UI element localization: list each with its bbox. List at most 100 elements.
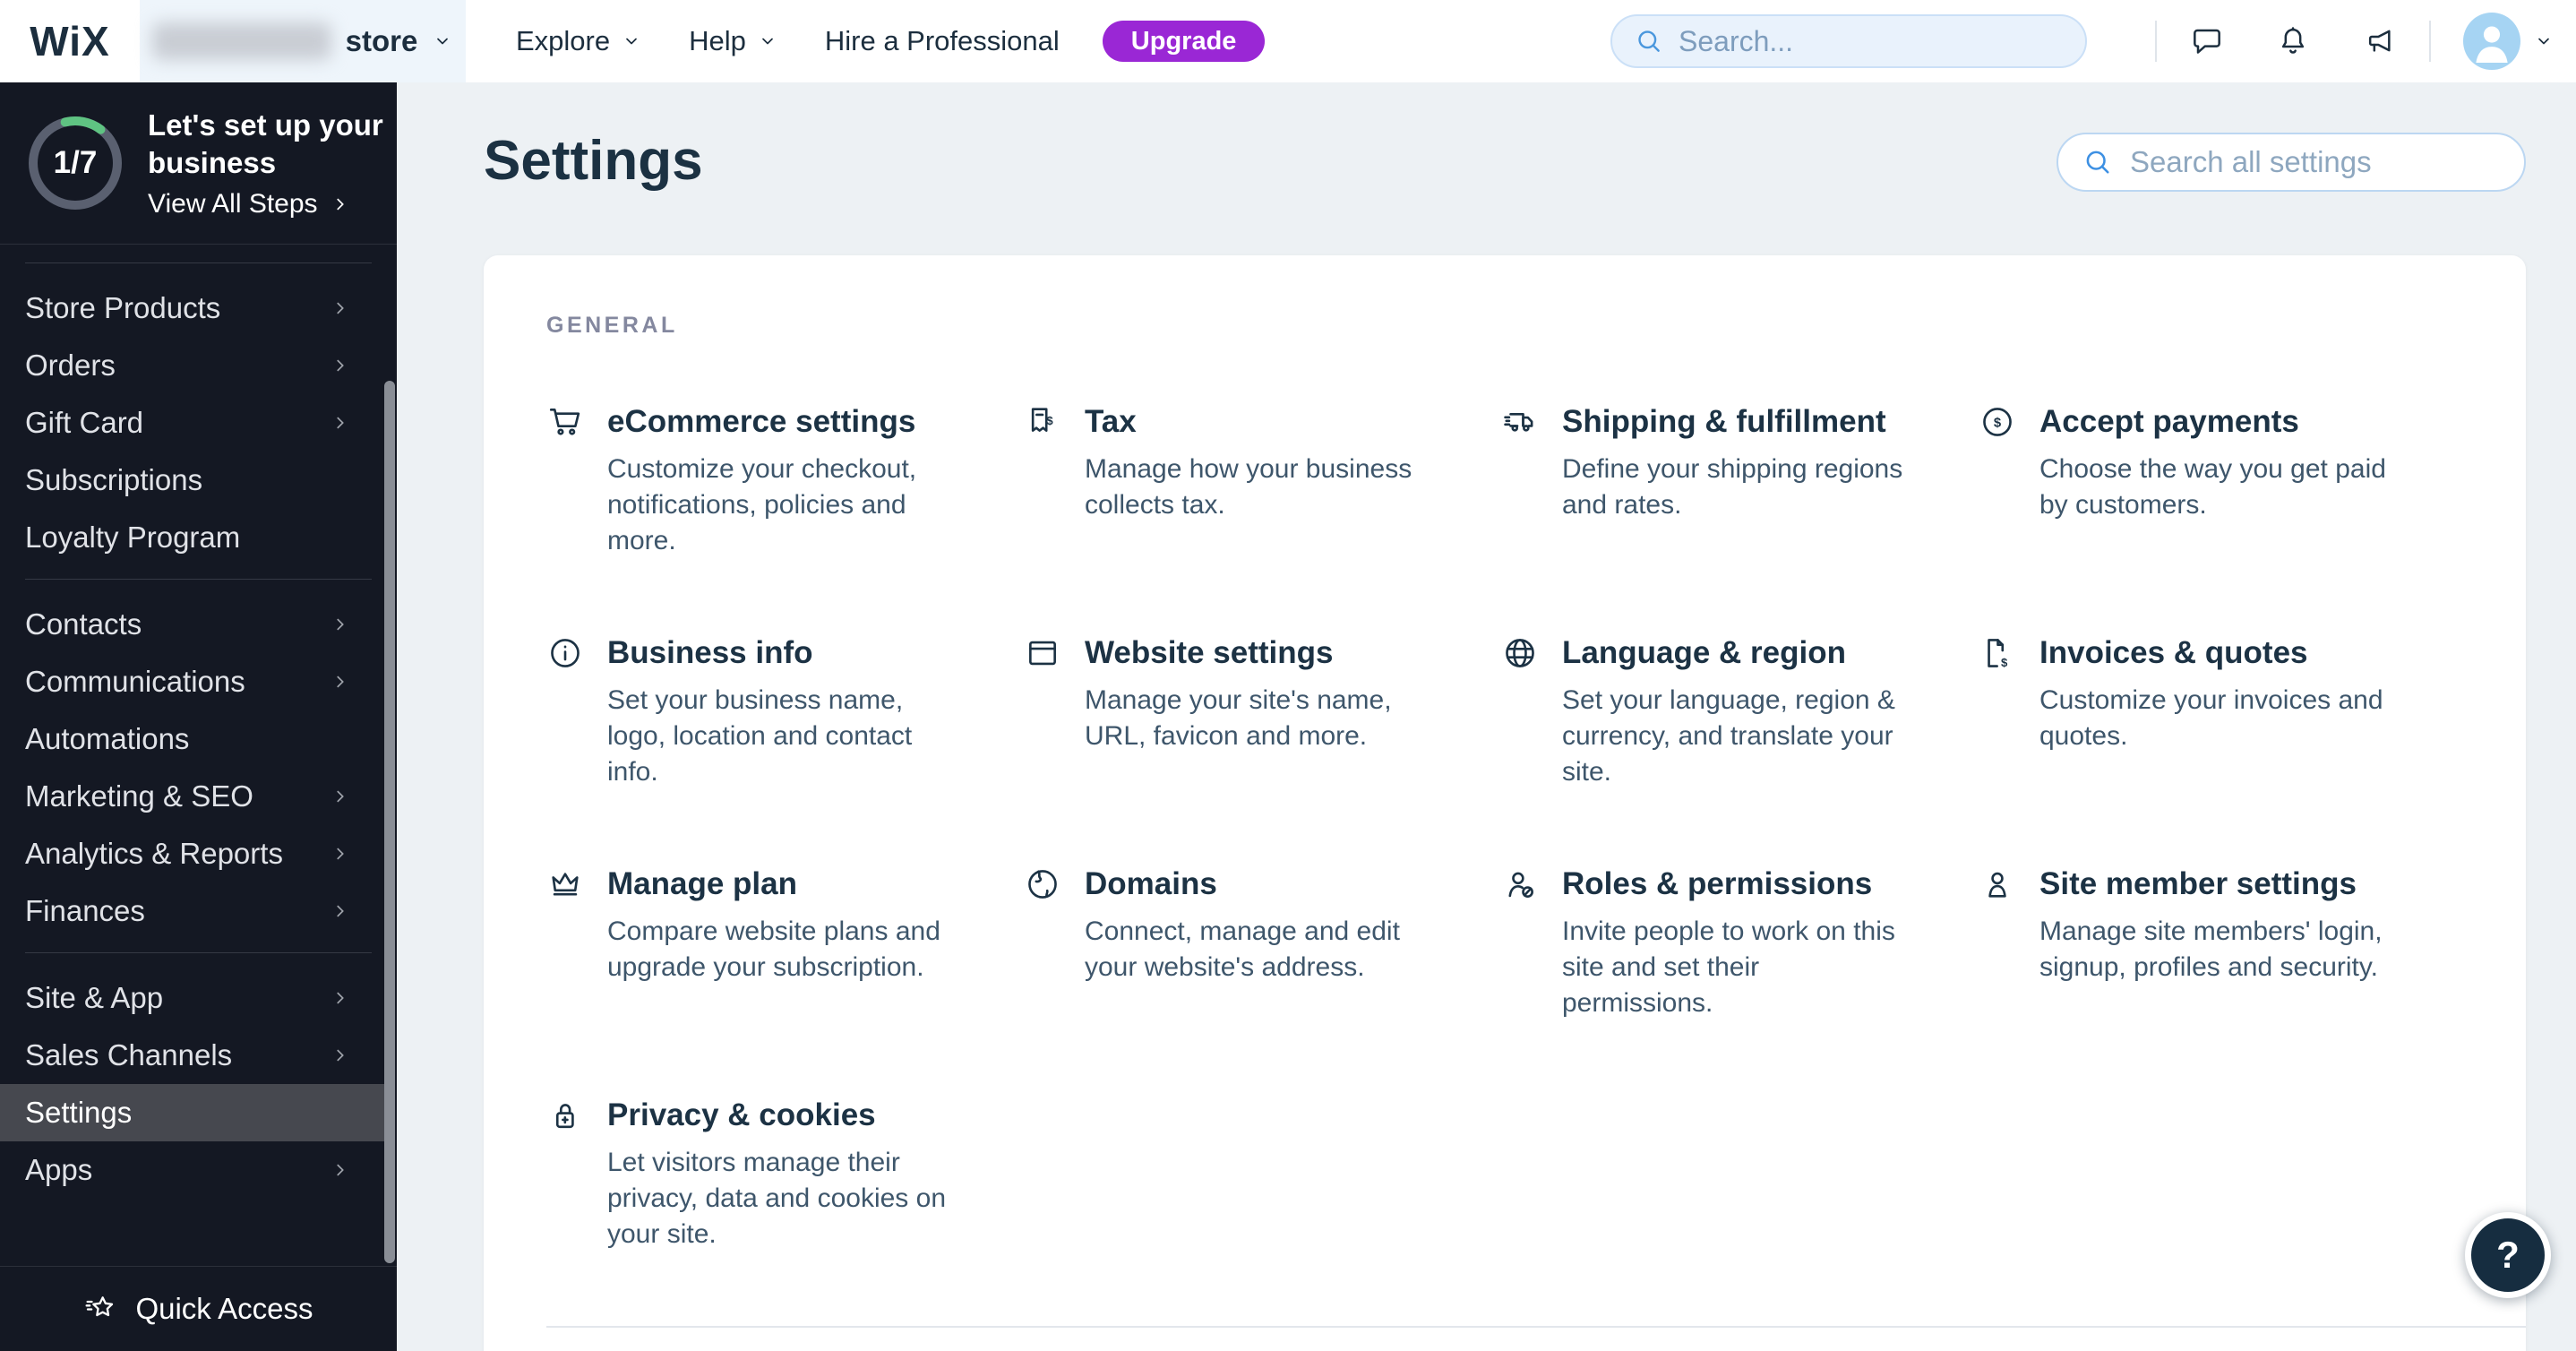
setting-item-language-region[interactable]: Language & region Set your language, reg… xyxy=(1501,632,1979,864)
view-all-steps-label: View All Steps xyxy=(148,189,318,219)
sidebar-item-analytics-reports[interactable]: Analytics & Reports xyxy=(0,825,397,882)
sidebar-item-finances[interactable]: Finances xyxy=(0,882,397,940)
sidebar-divider xyxy=(25,579,372,580)
page-title: Settings xyxy=(484,130,703,192)
setting-item-business-info[interactable]: Business info Set your business name, lo… xyxy=(546,632,1024,864)
section-label-general: GENERAL xyxy=(546,313,678,338)
explore-menu[interactable]: Explore xyxy=(516,25,642,57)
setting-description: Manage site members' login, signup, prof… xyxy=(2039,916,2383,982)
setting-title: Manage plan xyxy=(607,866,797,901)
upgrade-button[interactable]: Upgrade xyxy=(1102,21,1266,62)
sidebar-item-orders[interactable]: Orders xyxy=(0,337,397,394)
announcements-megaphone-icon[interactable] xyxy=(2361,23,2397,59)
sidebar-item-marketing-seo[interactable]: Marketing & SEO xyxy=(0,768,397,825)
help-menu[interactable]: Help xyxy=(689,25,778,57)
chevron-right-icon xyxy=(329,1158,352,1182)
sidebar-item-store-products[interactable]: Store Products xyxy=(0,280,397,337)
setting-description: Define your shipping regions and rates. xyxy=(1562,454,1903,520)
top-bar: WiX store Explore Help Hire a Profession… xyxy=(0,0,2576,82)
browser-icon xyxy=(1024,634,1061,672)
setting-description: Customize your checkout, notifications, … xyxy=(607,454,917,555)
sidebar-item-apps[interactable]: Apps xyxy=(0,1141,397,1199)
setting-description: Manage how your business collects tax. xyxy=(1085,454,1413,520)
setting-item-ecommerce-settings[interactable]: eCommerce settings Customize your checko… xyxy=(546,401,1024,632)
planet-icon xyxy=(1024,865,1061,903)
sidebar-item-label: Sales Channels xyxy=(25,1038,233,1071)
setting-item-privacy-cookies[interactable]: Privacy & cookies Let visitors manage th… xyxy=(546,1095,1024,1326)
sidebar-item-label: Contacts xyxy=(25,607,142,641)
settings-search-input[interactable] xyxy=(2130,145,2501,179)
sidebar-item-label: Apps xyxy=(25,1153,93,1186)
setting-item-invoices-quotes[interactable]: Invoices & quotes Customize your invoice… xyxy=(1979,632,2456,864)
site-tab-label: store xyxy=(345,24,418,57)
sidebar-item-communications[interactable]: Communications xyxy=(0,653,397,710)
hire-a-professional-link[interactable]: Hire a Professional xyxy=(825,25,1060,57)
sidebar-item-settings[interactable]: Settings xyxy=(0,1084,385,1141)
quick-access-button[interactable]: Quick Access xyxy=(0,1266,397,1351)
dollar-circle-icon xyxy=(1979,403,2016,441)
setting-item-website-settings[interactable]: Website settings Manage your site's name… xyxy=(1024,632,1501,864)
sidebar-item-contacts[interactable]: Contacts xyxy=(0,596,397,653)
sidebar-divider xyxy=(25,952,372,953)
crown-icon xyxy=(546,865,584,903)
sidebar-item-label: Automations xyxy=(25,722,190,755)
site-selector[interactable]: store xyxy=(140,0,466,82)
setting-item-tax[interactable]: Tax Manage how your business collects ta… xyxy=(1024,401,1501,632)
setting-description: Set your business name, logo, location a… xyxy=(607,685,913,787)
setting-item-shipping-fulfillment[interactable]: Shipping & fulfillment Define your shipp… xyxy=(1501,401,1979,632)
chevron-down-icon xyxy=(757,30,778,52)
setting-title: Privacy & cookies xyxy=(607,1097,876,1132)
view-all-steps-link[interactable]: View All Steps xyxy=(148,189,390,219)
settings-search[interactable] xyxy=(2057,133,2526,192)
chevron-right-icon xyxy=(329,842,352,865)
quick-access-icon xyxy=(83,1291,119,1327)
sidebar-item-label: Orders xyxy=(25,349,116,382)
chat-icon[interactable] xyxy=(2189,23,2225,59)
help-button[interactable]: ? xyxy=(2465,1212,2551,1298)
sidebar-item-site-app[interactable]: Site & App xyxy=(0,969,397,1027)
account-menu[interactable] xyxy=(2463,13,2555,70)
info-icon xyxy=(546,634,584,672)
invoice-icon xyxy=(1979,634,2016,672)
notifications-bell-icon[interactable] xyxy=(2275,23,2311,59)
setting-title: Business info xyxy=(607,635,813,670)
chevron-right-icon xyxy=(329,986,352,1010)
settings-card: GENERAL eCommerce settings Customize you… xyxy=(484,255,2526,1351)
chevron-down-icon xyxy=(432,30,453,52)
settings-grid: eCommerce settings Customize your checko… xyxy=(546,401,2526,1326)
chevron-right-icon xyxy=(329,785,352,808)
chevron-right-icon xyxy=(329,899,352,923)
setting-description: Invite people to work on this site and s… xyxy=(1562,916,1895,1018)
wix-logo[interactable]: WiX xyxy=(0,17,140,65)
setting-item-roles-permissions[interactable]: Roles & permissions Invite people to wor… xyxy=(1501,864,1979,1095)
setting-title: Site member settings xyxy=(2039,866,2357,901)
main-content: Settings GENERAL eCommerce settings Cust… xyxy=(397,82,2576,1351)
quick-access-label: Quick Access xyxy=(135,1292,313,1325)
sidebar-item-gift-card[interactable]: Gift Card xyxy=(0,394,397,452)
setting-description: Customize your invoices and quotes. xyxy=(2039,685,2383,751)
sidebar-item-sales-channels[interactable]: Sales Channels xyxy=(0,1027,397,1084)
sidebar-item-subscriptions[interactable]: Subscriptions xyxy=(0,452,397,509)
topbar-search-input[interactable] xyxy=(1679,24,2064,58)
setting-item-site-member-settings[interactable]: Site member settings Manage site members… xyxy=(1979,864,2456,1095)
topbar-divider xyxy=(2155,21,2157,62)
chevron-right-icon xyxy=(329,670,352,693)
sidebar-item-label: Marketing & SEO xyxy=(25,779,253,813)
setting-title: Roles & permissions xyxy=(1562,866,1873,901)
setting-description: Set your language, region & currency, an… xyxy=(1562,685,1895,787)
sidebar-menu: Store Products Orders Gift Card Subscrip… xyxy=(0,245,397,1266)
sidebar-item-label: Subscriptions xyxy=(25,463,203,496)
setup-widget[interactable]: 1/7 Let's set up your business View All … xyxy=(0,82,397,245)
setting-item-manage-plan[interactable]: Manage plan Compare website plans and up… xyxy=(546,864,1024,1095)
setting-title: Accept payments xyxy=(2039,404,2299,439)
topbar-icons xyxy=(2189,23,2397,59)
chevron-down-icon xyxy=(621,30,642,52)
topbar-search[interactable] xyxy=(1610,14,2087,68)
roles-icon xyxy=(1501,865,1539,903)
sidebar-scrollbar[interactable] xyxy=(384,381,395,1263)
sidebar-item-loyalty-program[interactable]: Loyalty Program xyxy=(0,509,397,566)
setup-progress-ring: 1/7 xyxy=(26,114,125,212)
sidebar-item-automations[interactable]: Automations xyxy=(0,710,397,768)
setting-item-domains[interactable]: Domains Connect, manage and edit your we… xyxy=(1024,864,1501,1095)
setting-item-accept-payments[interactable]: Accept payments Choose the way you get p… xyxy=(1979,401,2456,632)
